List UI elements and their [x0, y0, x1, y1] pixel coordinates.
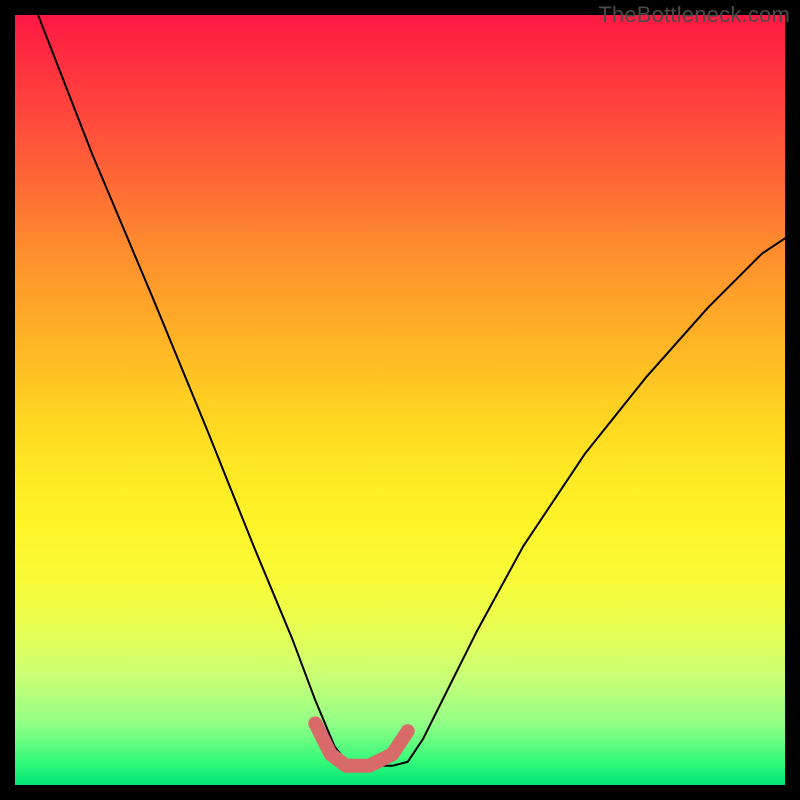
- trough-highlight: [315, 723, 407, 765]
- bottleneck-curve: [38, 15, 785, 766]
- chart-frame: TheBottleneck.com: [0, 0, 800, 800]
- chart-svg: [15, 15, 785, 785]
- chart-plot-area: [15, 15, 785, 785]
- watermark-text: TheBottleneck.com: [598, 2, 790, 28]
